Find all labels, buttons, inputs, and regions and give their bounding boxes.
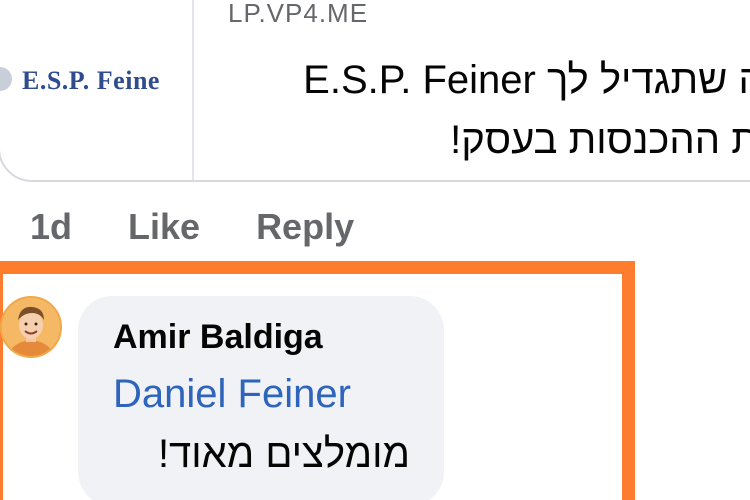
comment-text: מומלצים מאוד! bbox=[157, 432, 410, 476]
link-preview-title-line: את ההכנסות בעסק! bbox=[450, 118, 750, 162]
avatar-icon bbox=[2, 298, 60, 356]
comment-author-name[interactable]: Amir Baldiga bbox=[113, 318, 323, 357]
thumbnail-logo-circle bbox=[0, 67, 12, 91]
mention-link[interactable]: Daniel Feiner bbox=[113, 372, 351, 417]
timestamp[interactable]: 1d bbox=[30, 206, 72, 248]
facebook-comment-thread: E.S.P. Feine LP.VP4.ME רה שתגדיל לך E.S.… bbox=[0, 0, 750, 500]
post-actions-row: 1d Like Reply bbox=[30, 204, 354, 250]
link-preview-domain: LP.VP4.ME bbox=[228, 0, 369, 28]
link-preview-title: רה שתגדיל לך E.S.P. Feiner את ההכנסות בע… bbox=[24, 50, 750, 170]
link-preview-title-line: רה שתגדיל לך E.S.P. Feiner bbox=[303, 58, 750, 102]
avatar[interactable] bbox=[0, 296, 62, 358]
reply-button[interactable]: Reply bbox=[256, 206, 354, 248]
like-button[interactable]: Like bbox=[128, 206, 200, 248]
comment-bubble: Amir Baldiga Daniel Feiner מומלצים מאוד! bbox=[78, 296, 444, 500]
link-preview-card[interactable]: E.S.P. Feine LP.VP4.ME רה שתגדיל לך E.S.… bbox=[0, 0, 750, 182]
